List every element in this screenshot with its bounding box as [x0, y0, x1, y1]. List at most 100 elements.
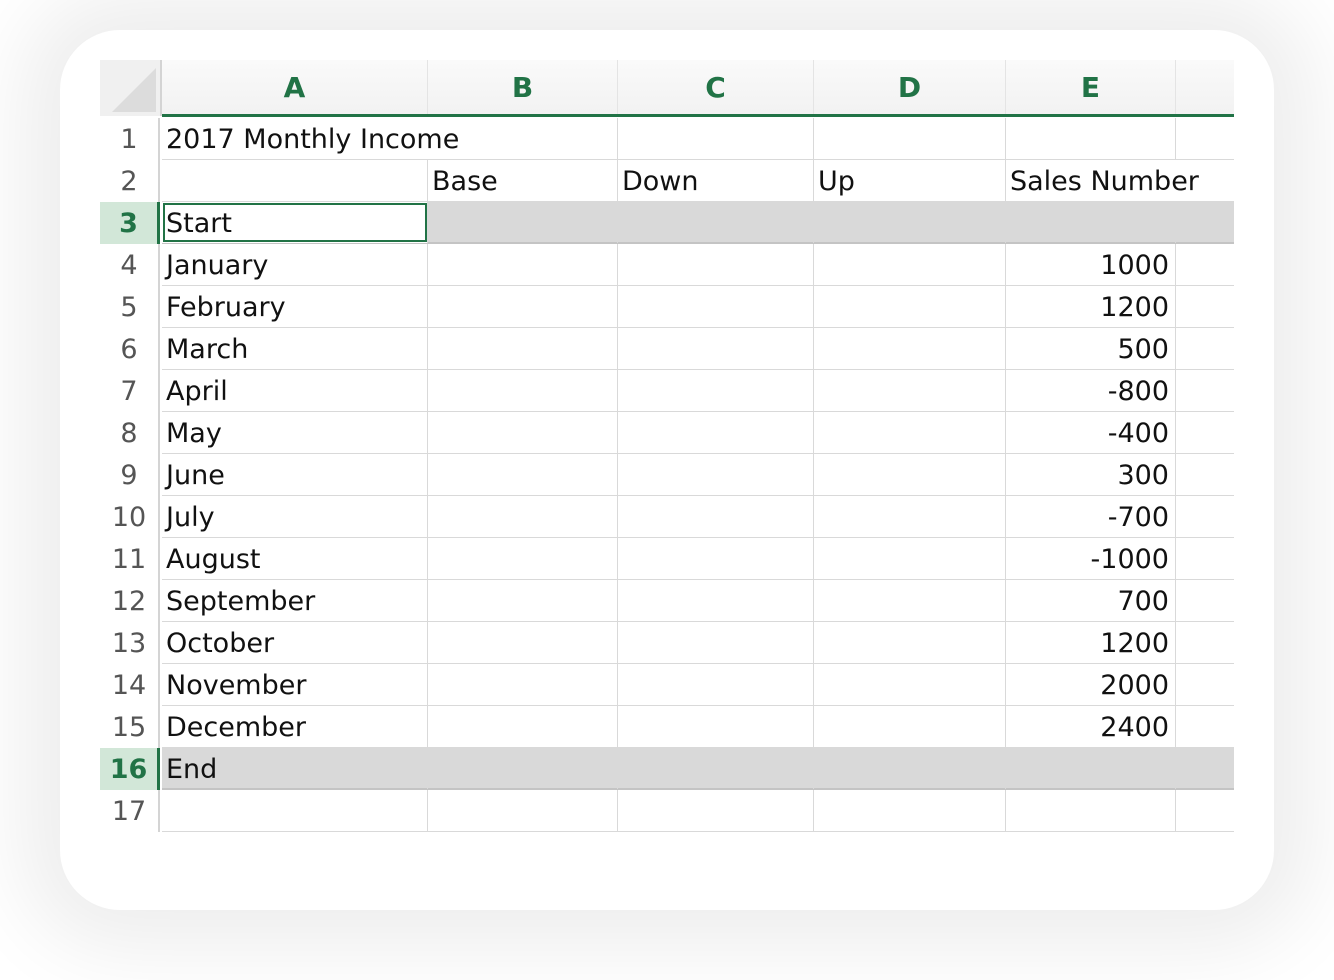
- cell-e1[interactable]: [1006, 118, 1176, 159]
- cell-c[interactable]: [618, 706, 814, 747]
- cell-d[interactable]: [814, 790, 1006, 831]
- cell-a-month[interactable]: May: [162, 412, 428, 453]
- row-header[interactable]: 17: [100, 790, 160, 832]
- cell-f[interactable]: [1176, 370, 1234, 411]
- column-header-b[interactable]: B: [428, 60, 618, 114]
- cell-c[interactable]: [618, 496, 814, 537]
- cell-f[interactable]: [1176, 664, 1234, 705]
- cell-f[interactable]: [1176, 748, 1234, 789]
- cell-a3-active[interactable]: Start: [162, 202, 428, 243]
- cell-e-sales[interactable]: 1000: [1006, 244, 1176, 285]
- cell-c[interactable]: [618, 286, 814, 327]
- row-header[interactable]: 7: [100, 370, 160, 412]
- cell-d[interactable]: [814, 286, 1006, 327]
- cell-d1[interactable]: [814, 118, 1006, 159]
- cell-b[interactable]: [428, 328, 618, 369]
- cell-d[interactable]: [814, 748, 1006, 789]
- column-header-d[interactable]: D: [814, 60, 1006, 114]
- row-header-selected[interactable]: 16: [100, 748, 160, 790]
- row-header[interactable]: 1: [100, 118, 160, 160]
- cell-e-sales[interactable]: 1200: [1006, 286, 1176, 327]
- cell-c[interactable]: [618, 748, 814, 789]
- cell-b[interactable]: [428, 370, 618, 411]
- cell-d[interactable]: [814, 706, 1006, 747]
- cell-b[interactable]: [428, 496, 618, 537]
- cell-e-sales[interactable]: 2000: [1006, 664, 1176, 705]
- cell-d[interactable]: [814, 244, 1006, 285]
- select-all-corner[interactable]: [100, 60, 162, 116]
- cell-e-sales[interactable]: -700: [1006, 496, 1176, 537]
- cell-c[interactable]: [618, 538, 814, 579]
- cell-c[interactable]: [618, 412, 814, 453]
- cell-b[interactable]: [428, 412, 618, 453]
- column-header-f[interactable]: [1176, 60, 1234, 114]
- cell-b[interactable]: [428, 286, 618, 327]
- cell-e-sales[interactable]: -400: [1006, 412, 1176, 453]
- cell-f[interactable]: [1176, 412, 1234, 453]
- cell-f[interactable]: [1176, 790, 1234, 831]
- cell-d[interactable]: [814, 580, 1006, 621]
- cell-a-month[interactable]: January: [162, 244, 428, 285]
- cell-c[interactable]: [618, 328, 814, 369]
- row-header[interactable]: 9: [100, 454, 160, 496]
- cell-c1[interactable]: [618, 118, 814, 159]
- cell-e-sales[interactable]: -800: [1006, 370, 1176, 411]
- row-header-selected[interactable]: 3: [100, 202, 160, 244]
- cell-d[interactable]: [814, 454, 1006, 495]
- column-header-e[interactable]: E: [1006, 60, 1176, 114]
- cell-f[interactable]: [1176, 454, 1234, 495]
- cell-c2-header[interactable]: Down: [618, 160, 814, 201]
- cell-a-month[interactable]: March: [162, 328, 428, 369]
- column-header-c[interactable]: C: [618, 60, 814, 114]
- cell-f[interactable]: [1176, 580, 1234, 621]
- cell-e-sales[interactable]: [1006, 748, 1176, 789]
- cell-b[interactable]: [428, 706, 618, 747]
- cell-b[interactable]: [428, 244, 618, 285]
- cell-c[interactable]: [618, 202, 814, 243]
- cell-d2-header[interactable]: Up: [814, 160, 1006, 201]
- cell-d[interactable]: [814, 538, 1006, 579]
- cell-a1-title[interactable]: 2017 Monthly Income: [162, 118, 618, 159]
- cell-d[interactable]: [814, 370, 1006, 411]
- cell-b[interactable]: [428, 664, 618, 705]
- cell-a-month[interactable]: September: [162, 580, 428, 621]
- cell-a17[interactable]: [162, 790, 428, 831]
- cell-c[interactable]: [618, 580, 814, 621]
- row-header[interactable]: 11: [100, 538, 160, 580]
- cell-c[interactable]: [618, 622, 814, 663]
- cell-d[interactable]: [814, 412, 1006, 453]
- cell-f[interactable]: [1176, 202, 1234, 243]
- cell-c[interactable]: [618, 454, 814, 495]
- cell-b[interactable]: [428, 748, 618, 789]
- cell-d[interactable]: [814, 202, 1006, 243]
- cell-a16[interactable]: End: [162, 748, 428, 789]
- cell-c[interactable]: [618, 790, 814, 831]
- cell-f1[interactable]: [1176, 118, 1234, 159]
- row-header[interactable]: 5: [100, 286, 160, 328]
- cell-c[interactable]: [618, 664, 814, 705]
- cell-b[interactable]: [428, 790, 618, 831]
- cell-b[interactable]: [428, 538, 618, 579]
- cell-b[interactable]: [428, 622, 618, 663]
- cell-e-sales[interactable]: 2400: [1006, 706, 1176, 747]
- cell-a-month[interactable]: December: [162, 706, 428, 747]
- cell-a-month[interactable]: November: [162, 664, 428, 705]
- cell-e-sales[interactable]: 700: [1006, 580, 1176, 621]
- row-header[interactable]: 15: [100, 706, 160, 748]
- cell-b[interactable]: [428, 580, 618, 621]
- cell-b2-header[interactable]: Base: [428, 160, 618, 201]
- cell-e-sales[interactable]: 500: [1006, 328, 1176, 369]
- cell-d[interactable]: [814, 328, 1006, 369]
- cell-b[interactable]: [428, 202, 618, 243]
- cell-f[interactable]: [1176, 244, 1234, 285]
- cell-a-month[interactable]: June: [162, 454, 428, 495]
- cell-d[interactable]: [814, 622, 1006, 663]
- cell-f[interactable]: [1176, 706, 1234, 747]
- cell-e-sales[interactable]: -1000: [1006, 538, 1176, 579]
- cell-a2[interactable]: [162, 160, 428, 201]
- cell-f[interactable]: [1176, 286, 1234, 327]
- cell-f[interactable]: [1176, 538, 1234, 579]
- cell-c[interactable]: [618, 244, 814, 285]
- row-header[interactable]: 2: [100, 160, 160, 202]
- cell-a-month[interactable]: August: [162, 538, 428, 579]
